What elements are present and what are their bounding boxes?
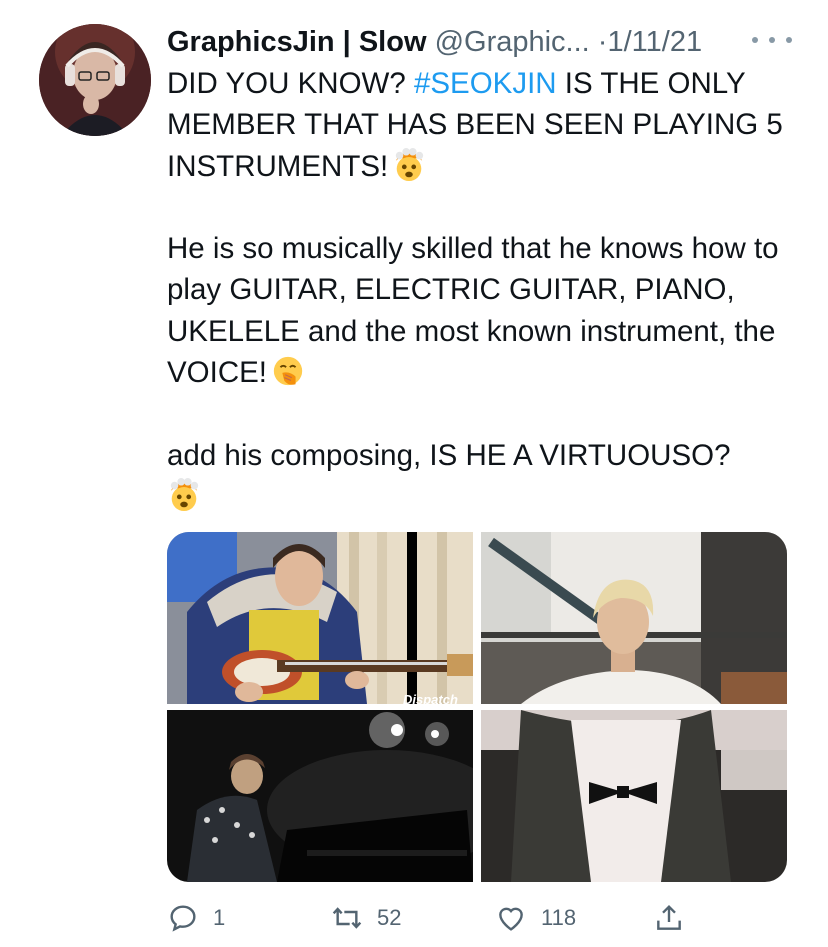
heart-icon	[499, 907, 523, 931]
tweet-date[interactable]: 1/11/21	[607, 26, 702, 58]
tweet-paragraph-2: He is so musically skilled that he knows…	[167, 228, 797, 393]
exploding-head-emoji	[167, 477, 201, 512]
watermark-text: Dispatch	[403, 692, 458, 704]
author-avatar[interactable]	[39, 24, 151, 136]
display-name[interactable]: GraphicsJin | Slow	[167, 26, 427, 58]
reply-count: 1	[213, 905, 226, 930]
like-button[interactable]: 118	[495, 896, 576, 940]
like-count: 118	[541, 905, 577, 930]
text-segment: DID YOU KNOW?	[167, 67, 414, 100]
photo-piano-player[interactable]	[167, 710, 473, 882]
share-icon	[657, 904, 681, 930]
tweet-text: DID YOU KNOW? #SEOKJIN IS THE ONLY MEMBE…	[167, 63, 797, 517]
photo-guitar-player[interactable]: Dispatch	[167, 532, 473, 704]
reply-icon	[170, 905, 196, 932]
retweet-button[interactable]: 52	[331, 896, 401, 940]
more-options-icon[interactable]	[752, 30, 792, 50]
user-handle[interactable]: @Graphic...	[435, 26, 590, 58]
action-bar: 1 52 118	[167, 896, 697, 940]
text-segment: add his composing, IS HE A VIRTUOUSO?	[167, 438, 731, 472]
hashtag-link[interactable]: #SEOKJIN	[414, 67, 557, 100]
photo-blond-portrait[interactable]	[481, 532, 787, 704]
media-grid: Dispatch	[167, 532, 787, 882]
tweet-paragraph-1: DID YOU KNOW? #SEOKJIN IS THE ONLY MEMBE…	[167, 63, 797, 187]
tweet-header: GraphicsJin | Slow @Graphic... ·1/11/21	[167, 22, 807, 62]
photo-tuxedo-closeup[interactable]	[481, 710, 787, 882]
face-with-hand-over-mouth-emoji	[271, 354, 305, 388]
retweet-icon	[332, 907, 362, 929]
tweet-paragraph-3: add his composing, IS HE A VIRTUOUSO?	[167, 435, 797, 518]
retweet-count: 52	[377, 905, 402, 930]
text-segment: He is so musically skilled that he knows…	[167, 232, 779, 390]
share-button[interactable]	[653, 896, 685, 940]
exploding-head-emoji	[392, 147, 426, 182]
reply-button[interactable]: 1	[167, 896, 225, 940]
